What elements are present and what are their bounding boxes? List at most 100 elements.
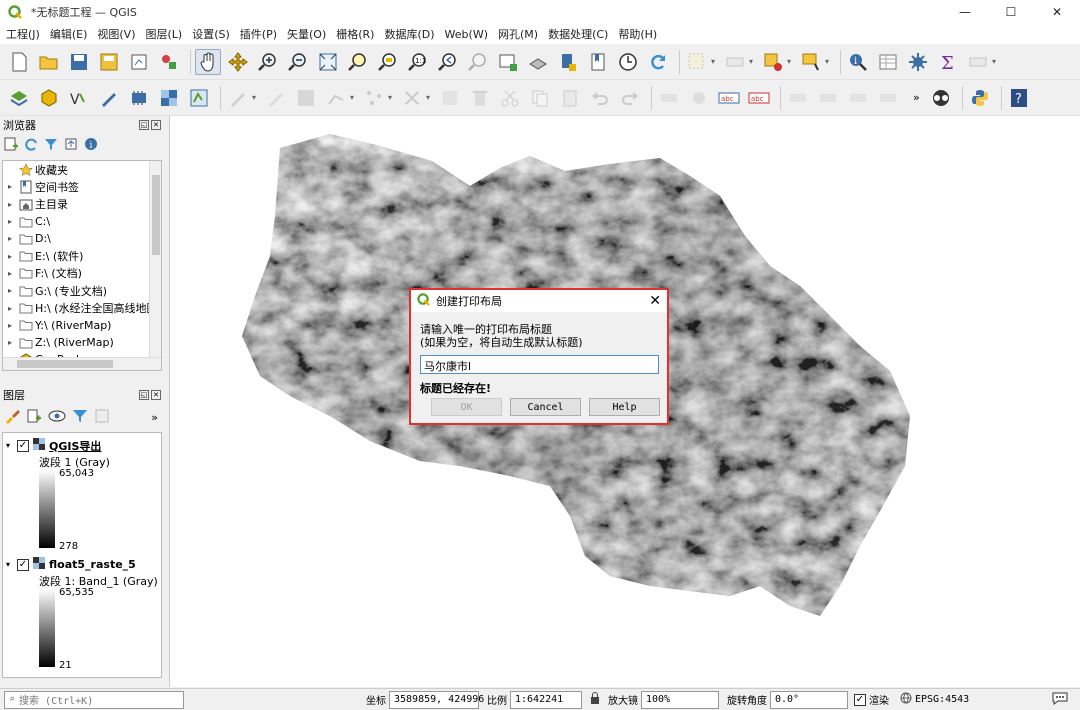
copy-features-icon[interactable] (527, 85, 553, 111)
browser-item-d-drive[interactable]: ▸ D:\ (3, 230, 161, 247)
paste-features-icon[interactable] (557, 85, 583, 111)
menu-edit[interactable]: 编辑(E) (50, 26, 88, 42)
python-console-icon[interactable] (967, 85, 993, 111)
browser-item-e-drive[interactable]: ▸ E:\ (软件) (3, 247, 161, 264)
undo-icon[interactable] (587, 85, 613, 111)
properties-info-icon[interactable]: i (84, 137, 98, 154)
menu-web[interactable]: Web(W) (445, 28, 488, 41)
menu-view[interactable]: 视图(V) (97, 26, 135, 42)
browser-horizontal-scrollbar[interactable] (3, 357, 161, 370)
magnifier-field[interactable]: 100% (641, 690, 719, 709)
move-label-icon[interactable] (815, 85, 841, 111)
statistics-sum-icon[interactable]: Σ (935, 49, 961, 75)
print-layout-icon[interactable] (126, 49, 152, 75)
digitize-icon[interactable] (96, 85, 122, 111)
filter-legend-icon[interactable] (72, 408, 88, 427)
zoom-next-icon[interactable] (465, 49, 491, 75)
pin-label-icon[interactable] (686, 85, 712, 111)
pan-to-selection-icon[interactable] (225, 49, 251, 75)
menu-settings[interactable]: 设置(S) (192, 26, 230, 42)
new-bookmark-icon[interactable] (555, 49, 581, 75)
zoom-native-icon[interactable]: 1:1 (405, 49, 431, 75)
menu-database[interactable]: 数据库(D) (384, 26, 434, 42)
label-abc-icon[interactable]: abc (716, 85, 742, 111)
menu-project[interactable]: 工程(J) (6, 26, 40, 42)
open-project-icon[interactable] (36, 49, 62, 75)
edit-pencil-icon[interactable] (225, 85, 251, 111)
help-button[interactable]: Help (589, 398, 660, 416)
select-features-icon[interactable] (684, 49, 710, 75)
pan-hand-icon[interactable] (195, 48, 221, 75)
close-panel-icon[interactable]: ✕ (151, 390, 161, 400)
coordinate-field[interactable]: 3589859, 424996 (389, 690, 484, 709)
vertex-tool-icon[interactable] (361, 85, 387, 111)
scale-field[interactable]: 1:642241 (510, 690, 582, 709)
manage-visibility-eye-icon[interactable] (48, 409, 66, 426)
browser-refresh-icon[interactable] (24, 137, 38, 154)
browser-item-bookmarks[interactable]: ▸ 空间书签 (3, 178, 161, 195)
select-by-value-icon[interactable] (722, 49, 748, 75)
add-feature-icon[interactable] (323, 85, 349, 111)
delete-selected-icon[interactable] (467, 85, 493, 111)
zoom-out-icon[interactable] (285, 49, 311, 75)
style-brush-icon[interactable] (4, 408, 20, 427)
attribute-table-icon[interactable] (875, 49, 901, 75)
redo-icon[interactable] (617, 85, 643, 111)
help-contents-icon[interactable]: ? (1006, 85, 1032, 111)
layer-visibility-checkbox[interactable]: ✓ (17, 439, 29, 452)
browser-item-z-drive[interactable]: ▸ Z:\ (RiverMap) (3, 334, 161, 351)
toggle-edit-icon[interactable] (263, 85, 289, 111)
crs-button[interactable]: EPSG:4543 (915, 694, 969, 705)
style-manager-icon[interactable] (156, 49, 182, 75)
plugin-eye-icon[interactable] (928, 85, 954, 111)
float-panel-icon[interactable]: ◱ (139, 390, 149, 400)
menu-vector[interactable]: 矢量(O) (287, 26, 326, 42)
modify-attributes-icon[interactable] (437, 85, 463, 111)
float-panel-icon[interactable]: ◱ (139, 120, 149, 130)
lock-scale-icon[interactable] (590, 692, 600, 707)
zoom-selection-icon[interactable] (345, 49, 371, 75)
dialog-close-icon[interactable]: ✕ (649, 293, 661, 309)
collapse-arrow-icon[interactable]: ▾ (3, 441, 13, 450)
identify-icon[interactable]: i (845, 49, 871, 75)
refresh-icon[interactable] (645, 49, 671, 75)
rotate-label-icon[interactable] (785, 85, 811, 111)
crs-globe-icon[interactable] (900, 692, 912, 707)
layout-title-input[interactable]: 马尔康市l (420, 355, 659, 374)
new-geopackage-icon[interactable] (36, 85, 62, 111)
menu-plugins[interactable]: 插件(P) (240, 26, 277, 42)
filter-icon[interactable] (44, 137, 58, 154)
browser-vertical-scrollbar[interactable] (149, 161, 161, 357)
new-project-icon[interactable] (6, 49, 32, 75)
browser-item-favorites[interactable]: 收藏夹 (3, 161, 161, 178)
add-vector-icon[interactable] (186, 85, 212, 111)
save-as-icon[interactable] (96, 49, 122, 75)
change-label-icon[interactable] (845, 85, 871, 111)
new-3d-view-icon[interactable] (525, 49, 551, 75)
layer-row[interactable]: ▾ ✓ float5_raste_5 (3, 556, 161, 573)
browser-item-c-drive[interactable]: ▸ C:\ (3, 213, 161, 230)
messages-icon[interactable] (1052, 691, 1068, 708)
label-tool-icon[interactable] (656, 85, 682, 111)
minimize-button[interactable]: — (942, 0, 988, 24)
processing-toolbox-icon[interactable] (905, 49, 931, 75)
layer-row[interactable]: ▾ ✓ QGIS导出 (3, 437, 161, 454)
save-edits-icon[interactable] (293, 85, 319, 111)
show-hide-label-icon[interactable] (875, 85, 901, 111)
collapse-all-icon[interactable] (64, 137, 78, 154)
locator-search-input[interactable]: ⌕ 搜索 (Ctrl+K) (4, 690, 184, 709)
menu-raster[interactable]: 栅格(R) (336, 26, 374, 42)
add-raster-icon[interactable] (156, 85, 182, 111)
add-selected-layers-icon[interactable] (4, 137, 18, 154)
data-source-manager-icon[interactable] (6, 85, 32, 111)
zoom-last-icon[interactable] (435, 49, 461, 75)
rotation-field[interactable]: 0.0° (770, 690, 848, 709)
close-panel-icon[interactable]: ✕ (151, 120, 161, 130)
save-project-icon[interactable] (66, 49, 92, 75)
new-shapefile-icon[interactable]: V (66, 85, 92, 111)
panel-more-icon[interactable]: » (151, 411, 158, 424)
select-location-icon[interactable] (798, 49, 824, 75)
label-abc-red-icon[interactable]: abc (746, 85, 772, 111)
collapse-arrow-icon[interactable]: ▾ (3, 560, 13, 569)
add-group-icon[interactable] (26, 408, 42, 427)
